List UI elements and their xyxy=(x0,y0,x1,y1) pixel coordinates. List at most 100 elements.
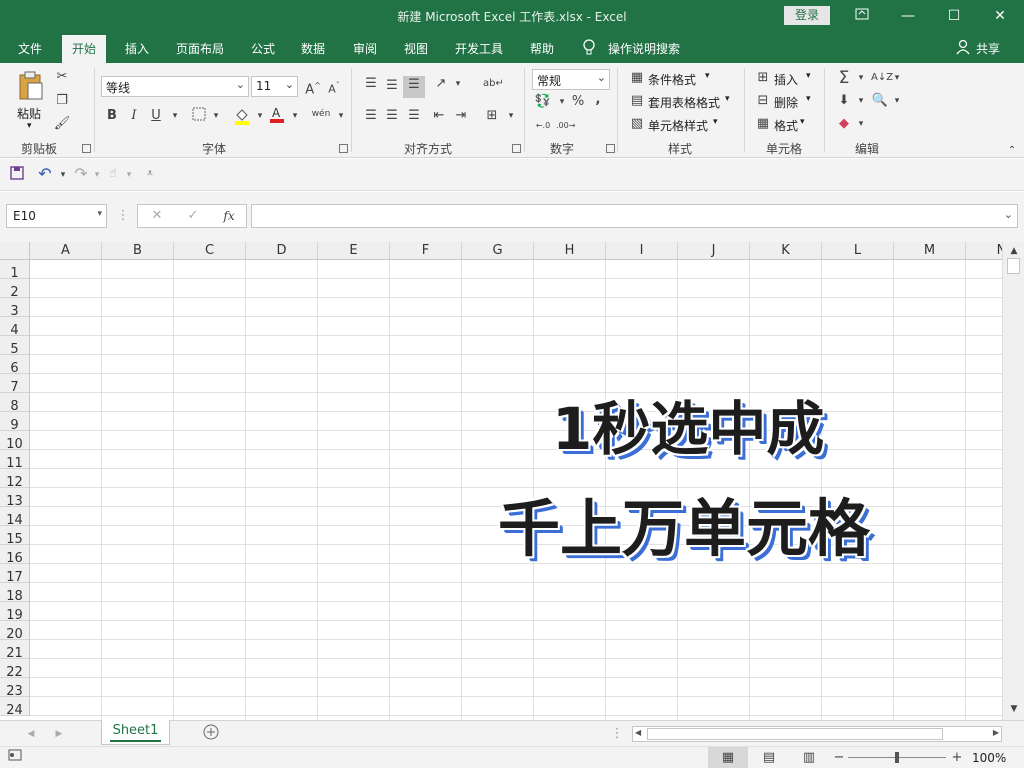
zoom-slider-thumb[interactable] xyxy=(895,752,899,763)
clipboard-launcher-icon[interactable] xyxy=(82,144,91,153)
prev-sheet-icon[interactable]: ◀ xyxy=(22,725,40,743)
font-launcher-icon[interactable] xyxy=(339,144,348,153)
format-as-table-button[interactable]: ▤ 套用表格格式 ▾ xyxy=(628,92,738,112)
column-header[interactable]: F xyxy=(390,242,462,260)
row-header[interactable]: 11 xyxy=(0,450,30,471)
copy-icon[interactable]: ❐ xyxy=(53,92,71,110)
tab-developer[interactable]: 开发工具 xyxy=(455,40,503,57)
row-header[interactable]: 12 xyxy=(0,469,30,490)
row-header[interactable]: 23 xyxy=(0,678,30,699)
undo-icon[interactable]: ↶ xyxy=(36,165,54,183)
font-size-combo[interactable]: 11 ⌄ xyxy=(251,76,298,97)
chevron-down-icon[interactable]: ▾ xyxy=(852,69,870,87)
scroll-thumb[interactable] xyxy=(1007,258,1020,274)
increase-decimal-icon[interactable]: ←.0 xyxy=(534,117,552,135)
align-center-icon[interactable]: ☰ xyxy=(383,107,401,125)
name-box[interactable]: E10 ▾ xyxy=(6,204,107,228)
paste-button[interactable]: 粘贴 ▾ xyxy=(14,69,48,133)
tab-formulas[interactable]: 公式 xyxy=(251,40,275,57)
row-header[interactable]: 5 xyxy=(0,336,30,357)
page-layout-view-icon[interactable]: ▤ xyxy=(760,749,778,767)
delete-cells-button[interactable]: ⊟ 删除 ▾ xyxy=(754,92,816,112)
formula-input[interactable]: ⌄ xyxy=(251,204,1018,228)
collapse-ribbon-icon[interactable]: ⌃ xyxy=(1003,142,1021,160)
row-header[interactable]: 3 xyxy=(0,298,30,319)
row-header[interactable]: 9 xyxy=(0,412,30,433)
chevron-down-icon[interactable]: ▾ xyxy=(888,69,906,87)
number-format-combo[interactable]: 常规 ⌄ xyxy=(532,69,610,90)
row-header[interactable]: 14 xyxy=(0,507,30,528)
next-sheet-icon[interactable]: ▶ xyxy=(50,725,68,743)
row-header[interactable]: 13 xyxy=(0,488,30,509)
row-header[interactable]: 18 xyxy=(0,583,30,604)
chevron-down-icon[interactable]: ▾ xyxy=(332,107,350,125)
alignment-launcher-icon[interactable] xyxy=(512,144,521,153)
customize-qat-icon[interactable]: ⩡ xyxy=(141,165,159,183)
format-painter-icon[interactable]: 🖌 xyxy=(53,115,71,133)
chevron-down-icon[interactable]: ▾ xyxy=(166,107,184,125)
add-sheet-icon[interactable] xyxy=(202,724,220,742)
chevron-down-icon[interactable]: ▾ xyxy=(449,75,467,93)
column-header[interactable]: K xyxy=(750,242,822,260)
percent-button[interactable]: % xyxy=(569,93,587,111)
cell-styles-button[interactable]: ▧ 单元格样式 ▾ xyxy=(628,115,738,135)
column-header[interactable]: D xyxy=(246,242,318,260)
align-right-icon[interactable]: ☰ xyxy=(405,107,423,125)
tab-insert[interactable]: 插入 xyxy=(125,40,149,57)
chevron-down-icon[interactable]: ▾ xyxy=(251,107,269,125)
column-header[interactable]: C xyxy=(174,242,246,260)
fill-color-icon[interactable] xyxy=(233,107,251,125)
tab-view[interactable]: 视图 xyxy=(404,40,428,57)
tab-file[interactable]: 文件 xyxy=(18,40,42,57)
row-header[interactable]: 21 xyxy=(0,640,30,661)
fill-icon[interactable]: ⬇ xyxy=(835,92,853,110)
column-header[interactable]: A xyxy=(30,242,102,260)
tab-data[interactable]: 数据 xyxy=(301,40,325,57)
row-header[interactable]: 19 xyxy=(0,602,30,623)
number-launcher-icon[interactable] xyxy=(606,144,615,153)
row-header[interactable]: 8 xyxy=(0,393,30,414)
merge-center-icon[interactable]: ⊞ xyxy=(483,107,501,125)
decrease-decimal-icon[interactable]: .00→ xyxy=(556,117,575,135)
row-header[interactable]: 2 xyxy=(0,279,30,300)
italic-button[interactable]: I xyxy=(125,107,143,125)
cut-icon[interactable]: ✂ xyxy=(53,68,71,86)
tab-review[interactable]: 审阅 xyxy=(353,40,377,57)
row-header[interactable]: 20 xyxy=(0,621,30,642)
font-name-combo[interactable]: 等线 ⌄ xyxy=(101,76,249,97)
underline-button[interactable]: U xyxy=(147,107,165,125)
row-header[interactable]: 16 xyxy=(0,545,30,566)
phonetic-guide-icon[interactable]: wén xyxy=(310,105,332,123)
worksheet-grid[interactable]: ABCDEFGHIJKLMN 1 2 3 4 5 6 7 8 9 10 11 12 13 14 15 16 17… xyxy=(0,242,1002,720)
column-header[interactable]: M xyxy=(894,242,966,260)
login-button[interactable]: 登录 xyxy=(784,6,830,25)
clear-icon[interactable]: ◆ xyxy=(835,115,853,133)
row-header[interactable]: 1 xyxy=(0,260,30,281)
chevron-down-icon[interactable]: ▾ xyxy=(286,107,304,125)
macro-record-icon[interactable] xyxy=(6,749,24,767)
row-header[interactable]: 6 xyxy=(0,355,30,376)
row-header[interactable]: 17 xyxy=(0,564,30,585)
row-header[interactable]: 22 xyxy=(0,659,30,680)
cancel-icon[interactable]: ✕ xyxy=(148,207,166,225)
increase-font-icon[interactable]: A^ xyxy=(304,77,322,97)
tab-home[interactable]: 开始 xyxy=(62,35,107,63)
insert-cells-button[interactable]: ⊞ 插入 ▾ xyxy=(754,69,816,89)
tab-help[interactable]: 帮助 xyxy=(530,40,554,57)
column-header[interactable]: H xyxy=(534,242,606,260)
autosum-icon[interactable]: Σ xyxy=(835,69,853,87)
border-icon[interactable] xyxy=(190,107,208,125)
chevron-down-icon[interactable]: ▾ xyxy=(120,166,138,184)
column-header[interactable]: N xyxy=(966,242,1002,260)
find-icon[interactable]: 🔍 xyxy=(871,92,889,110)
row-header[interactable]: 4 xyxy=(0,317,30,338)
column-header[interactable]: G xyxy=(462,242,534,260)
comma-button[interactable]: , xyxy=(589,91,607,109)
page-break-view-icon[interactable]: ▥ xyxy=(800,749,818,767)
zoom-out-icon[interactable]: − xyxy=(830,749,848,767)
horizontal-scrollbar[interactable]: ◀ ▶ xyxy=(632,726,1002,742)
chevron-down-icon[interactable]: ▾ xyxy=(502,107,520,125)
tab-page-layout[interactable]: 页面布局 xyxy=(176,40,224,57)
column-header[interactable]: J xyxy=(678,242,750,260)
currency-icon[interactable]: 💱 xyxy=(534,93,552,111)
